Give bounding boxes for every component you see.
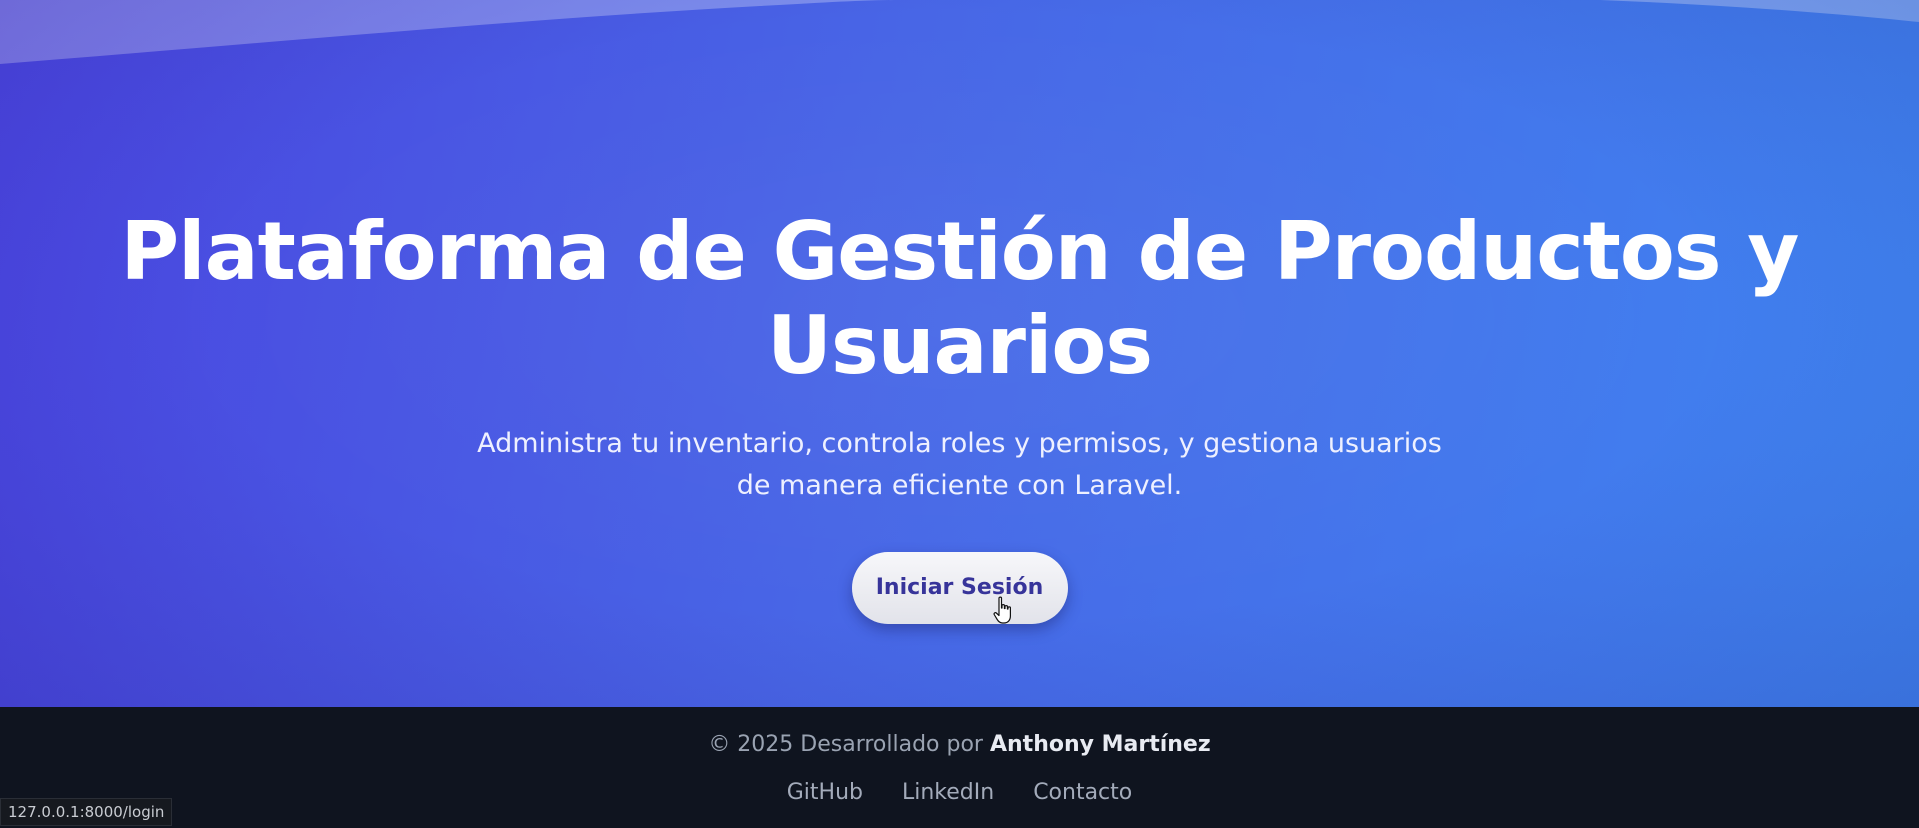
hero-wave-decoration — [0, 0, 1919, 64]
footer-link-linkedin[interactable]: LinkedIn — [902, 780, 994, 805]
browser-status-url: 127.0.0.1:8000/login — [0, 798, 173, 826]
footer-copyright: © 2025 Desarrollado por Anthony Martínez — [0, 730, 1919, 760]
hero-content: Plataforma de Gestión de Productos y Usu… — [0, 205, 1919, 624]
footer-links: GitHub LinkedIn Contacto — [0, 778, 1919, 808]
site-footer: © 2025 Desarrollado por Anthony Martínez… — [0, 707, 1919, 828]
hero-title: Plataforma de Gestión de Productos y Usu… — [120, 205, 1800, 392]
footer-link-github[interactable]: GitHub — [787, 780, 863, 805]
login-button-label: Iniciar Sesión — [875, 575, 1044, 600]
hero-subtitle: Administra tu inventario, controla roles… — [477, 428, 1442, 501]
footer-link-contacto[interactable]: Contacto — [1033, 780, 1132, 805]
hero-section: Plataforma de Gestión de Productos y Usu… — [0, 0, 1919, 707]
footer-copyright-prefix: © 2025 Desarrollado por — [708, 732, 983, 757]
hand-pointer-icon — [992, 596, 1011, 624]
login-button[interactable]: Iniciar Sesión — [851, 552, 1068, 624]
footer-author-name: Anthony Martínez — [989, 732, 1211, 757]
